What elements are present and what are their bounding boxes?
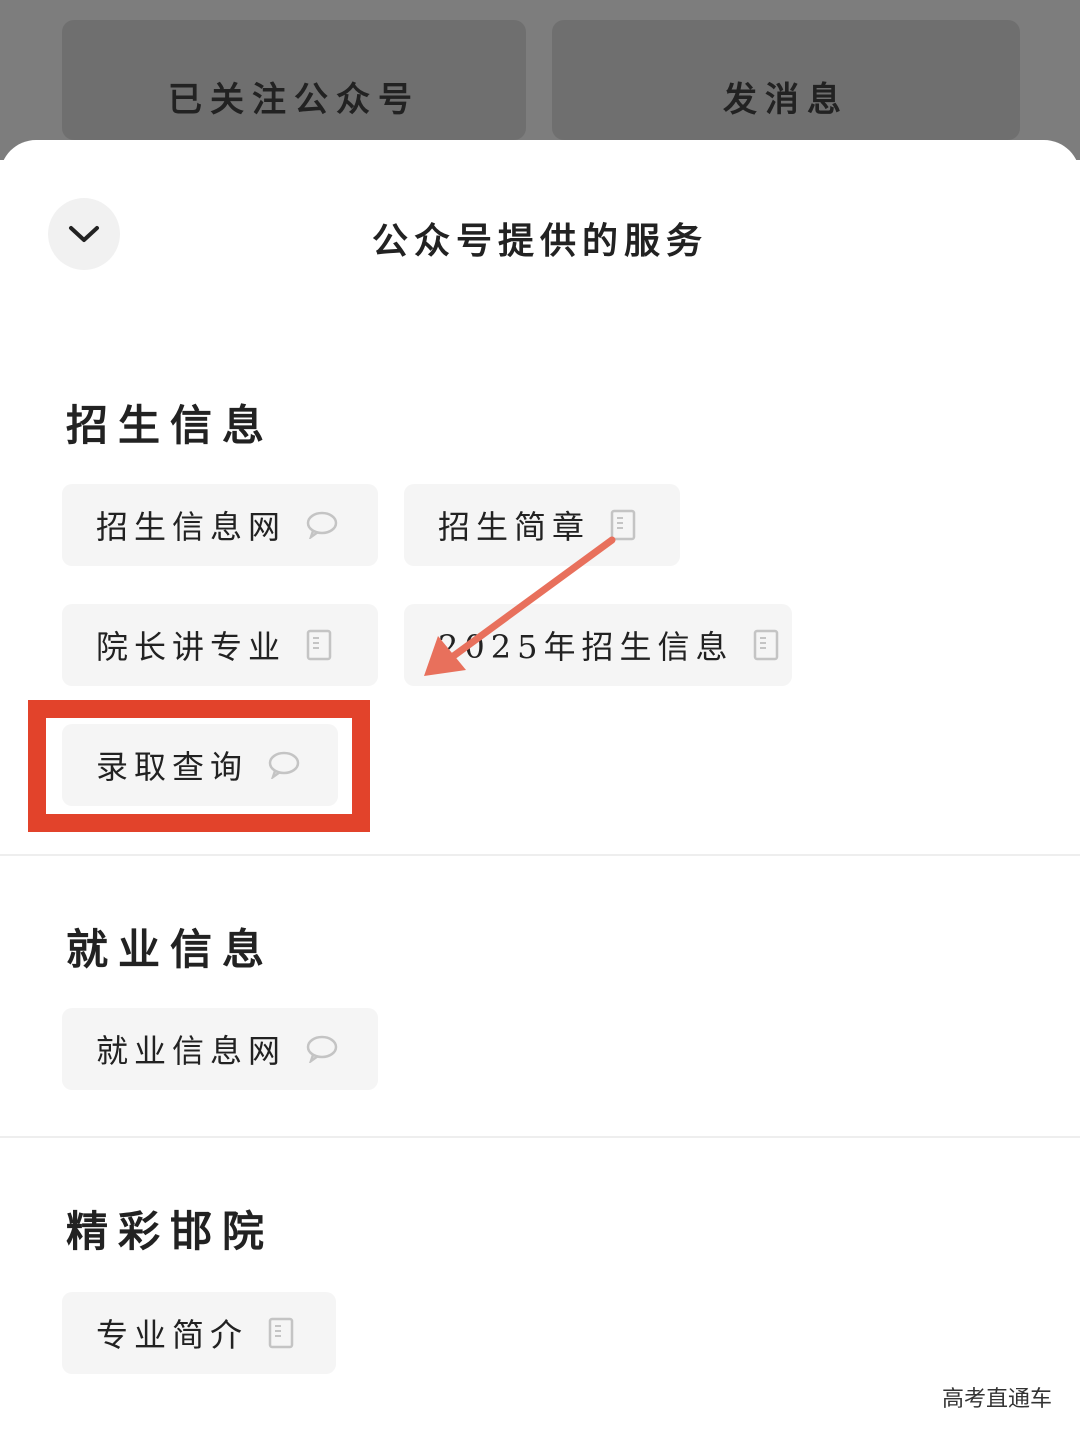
send-message-button[interactable]: 发消息 <box>552 20 1020 140</box>
followed-account-button[interactable]: 已关注公众号 <box>62 20 526 140</box>
section-title-highlights: 精彩邯院 <box>66 1207 275 1256</box>
section-divider <box>0 854 1080 856</box>
service-label: 就业信息网 <box>96 1032 287 1070</box>
service-label: 专业简介 <box>96 1316 249 1354</box>
pointer-arrow <box>424 536 616 676</box>
section-divider <box>0 1136 1080 1138</box>
section-title-employment: 就业信息 <box>66 925 275 974</box>
chat-bubble-icon <box>306 1035 338 1063</box>
send-message-label: 发消息 <box>723 80 849 120</box>
top-action-bar: 已关注公众号 发消息 <box>0 0 1080 160</box>
service-major-introduction[interactable]: 专业简介 <box>62 1292 336 1374</box>
services-sheet: 公众号提供的服务 招生信息 招生信息网 招生简章 院长讲专业 2025年招生信息… <box>0 140 1080 1439</box>
watermark: 高考直通车 <box>941 1387 1052 1412</box>
followed-account-label: 已关注公众号 <box>168 80 420 120</box>
service-employment-website[interactable]: 就业信息网 <box>62 1008 378 1090</box>
document-icon <box>268 1317 294 1349</box>
